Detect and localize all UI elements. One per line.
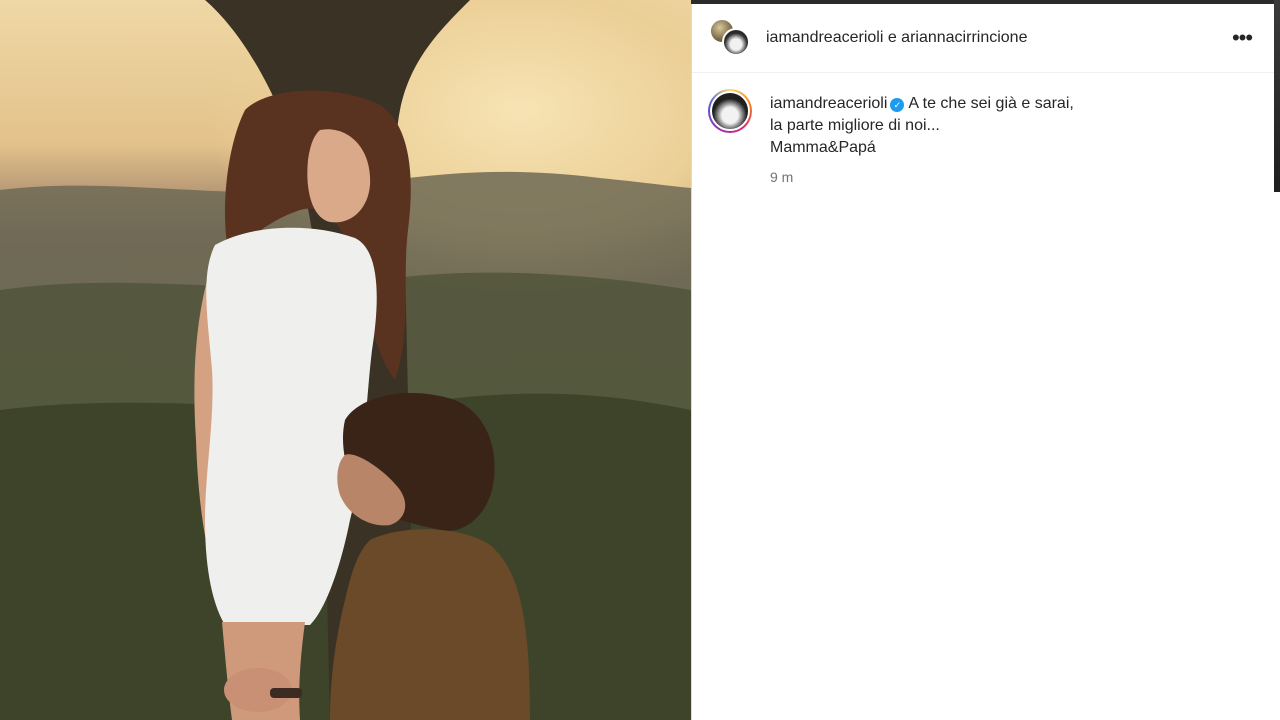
caption-username[interactable]: iamandreacerioli bbox=[770, 95, 887, 112]
post-timestamp[interactable]: 9 m bbox=[770, 166, 1074, 188]
verified-badge-icon: ✓ bbox=[890, 98, 905, 112]
more-horizontal-icon: ••• bbox=[1231, 25, 1253, 50]
instagram-post-view: iamandreacerioli e ariannacirrincione ••… bbox=[0, 0, 1280, 720]
post-header: iamandreacerioli e ariannacirrincione ••… bbox=[692, 4, 1274, 73]
caption-text-line: A te che sei già e sarai, bbox=[908, 95, 1074, 112]
post-photo[interactable] bbox=[0, 0, 691, 720]
post-authors[interactable]: iamandreacerioli e ariannacirrincione bbox=[766, 29, 1226, 47]
post-caption: iamandreacerioli ✓ A te che sei già e sara… bbox=[692, 73, 1274, 188]
caption-avatar[interactable] bbox=[708, 89, 752, 133]
avatar[interactable] bbox=[722, 28, 750, 56]
avatar bbox=[710, 91, 750, 131]
page-backdrop-edge bbox=[1274, 0, 1280, 192]
collab-avatars[interactable] bbox=[708, 18, 750, 58]
more-options-button[interactable]: ••• bbox=[1226, 22, 1258, 54]
post-side-panel: iamandreacerioli e ariannacirrincione ••… bbox=[691, 4, 1274, 720]
caption-body: iamandreacerioli ✓ A te che sei già e sara… bbox=[770, 89, 1074, 188]
caption-text-line: Mamma&Papá bbox=[770, 139, 876, 156]
caption-text-line: la parte migliore di noi... bbox=[770, 117, 940, 134]
photo-illustration bbox=[0, 0, 691, 720]
